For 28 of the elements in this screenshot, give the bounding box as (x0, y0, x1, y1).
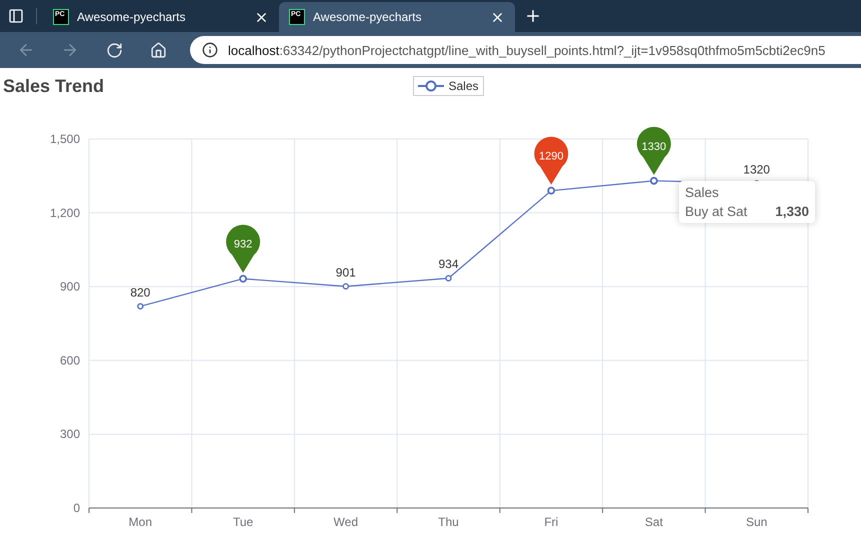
marker-pin: 1330 (636, 126, 671, 175)
tooltip-series: Sales (685, 185, 720, 200)
x-tick-label: Tue (232, 515, 254, 529)
x-tick-label: Thu (438, 515, 459, 529)
tooltip-label: Buy at Sat (685, 204, 748, 219)
x-tick-label: Sat (644, 515, 663, 529)
y-tick-label: 300 (60, 427, 80, 442)
marker-pin: 1290 (534, 136, 568, 185)
url-text: localhost:63342/pythonProjectchatgpt/line_with_buysell_points.html?_ijt=1v958sq0thfmo5m5cbti2ec9n5 (228, 42, 826, 58)
value-label: 901 (336, 265, 356, 280)
y-tick-label: 1,200 (50, 206, 80, 220)
x-tick-label: Sun (746, 515, 768, 529)
y-tick-label: 1,500 (50, 132, 80, 146)
x-tick-label: Mon (128, 515, 152, 529)
value-label: 820 (130, 285, 150, 300)
y-tick-label: 600 (60, 353, 80, 368)
legend-label: Sales (448, 79, 479, 93)
tooltip-value: 1,330 (775, 204, 809, 219)
chart-title: Sales Trend (2, 76, 106, 96)
value-label: 1320 (743, 162, 770, 176)
x-tick-label: Fri (544, 515, 558, 529)
y-tick-label: 900 (60, 280, 80, 294)
marker-pin: 932 (226, 224, 260, 273)
tab-title: Awesome-pyecharts (313, 10, 422, 24)
y-tick-label: 0 (73, 501, 80, 515)
x-tick-label: Wed (334, 515, 358, 529)
tab-title: Awesome-pyecharts (77, 10, 186, 24)
value-label: 934 (438, 257, 459, 272)
